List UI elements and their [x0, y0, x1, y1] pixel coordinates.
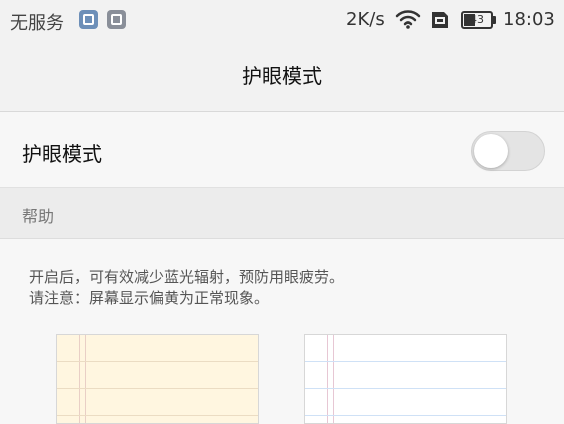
normal-paper-preview	[304, 334, 507, 424]
paper-rule-line	[57, 415, 258, 416]
page-title: 护眼模式	[242, 64, 322, 88]
paper-rule-line	[57, 388, 258, 389]
carrier-status: 无服务	[10, 13, 64, 34]
help-text-line-2: 请注意：屏幕显示偏黄为正常现象。	[29, 289, 270, 307]
network-speed: 2K/s	[346, 9, 385, 30]
title-bar: 护眼模式	[0, 42, 564, 112]
clock: 18:03	[503, 9, 555, 30]
warm-paper-preview	[56, 334, 259, 424]
margin-line	[85, 335, 86, 423]
status-bar: 无服务 2K/s 43 18:03	[0, 0, 564, 42]
paper-rule-line	[57, 361, 258, 362]
margin-line	[327, 335, 328, 423]
battery-percentage: 43	[470, 13, 484, 26]
eye-protection-label: 护眼模式	[22, 142, 102, 166]
sim-icon	[432, 12, 448, 28]
margin-line	[333, 335, 334, 423]
paper-rule-line	[305, 415, 506, 416]
margin-line	[79, 335, 80, 423]
wifi-icon	[395, 10, 421, 29]
help-section-header: 帮助	[0, 188, 564, 239]
help-section-title: 帮助	[22, 207, 55, 226]
photo-icon	[79, 10, 98, 29]
paper-rule-line	[305, 388, 506, 389]
eye-protection-toggle[interactable]	[471, 131, 545, 171]
help-text-line-1: 开启后，可有效减少蓝光辐射，预防用眼疲劳。	[29, 268, 345, 286]
eye-protection-screen: 无服务 2K/s 43 18:03 护眼模式 护眼模式 帮助 开启后，可有效减少…	[0, 0, 564, 424]
paper-rule-line	[305, 361, 506, 362]
toggle-knob	[474, 134, 508, 168]
battery-icon: 43	[461, 11, 493, 29]
gallery-icon	[107, 10, 126, 29]
